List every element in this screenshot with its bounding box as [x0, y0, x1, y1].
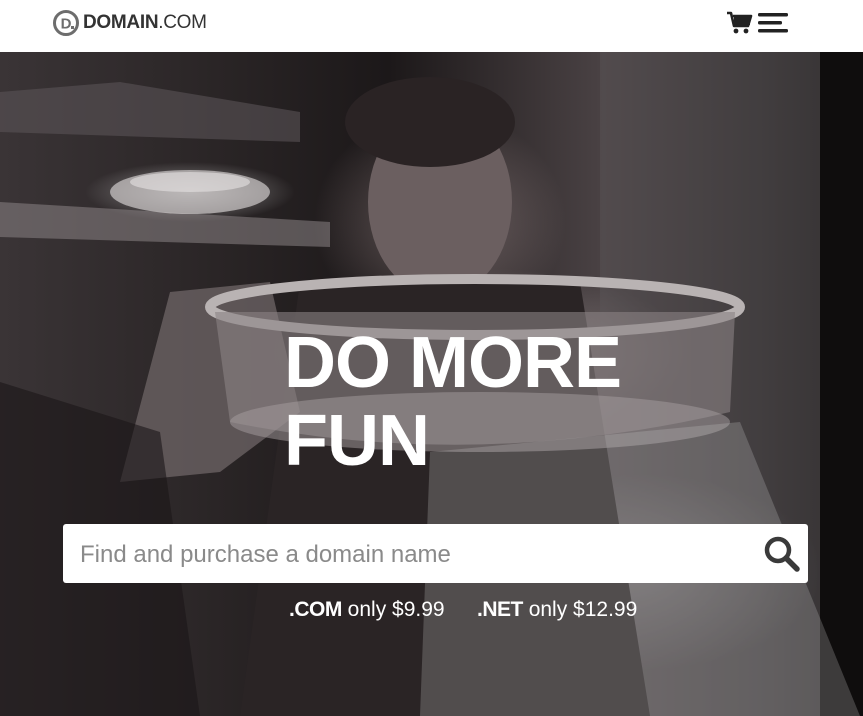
- menu-icon: [758, 13, 788, 33]
- price-net: .NET only $12.99: [477, 598, 637, 622]
- logo-wordmark-bold: DOMAIN: [83, 12, 159, 33]
- menu-button[interactable]: [758, 12, 788, 34]
- domain-pricing: .COM only $9.99 .NET only $12.99: [0, 598, 863, 628]
- domain-logo[interactable]: D DOMAIN.COM: [53, 9, 207, 37]
- tld-label: .NET: [477, 598, 523, 621]
- domain-search-box: [63, 524, 808, 585]
- search-button[interactable]: [763, 535, 801, 573]
- site-header: D DOMAIN.COM: [0, 0, 863, 52]
- cart-icon: [727, 11, 753, 34]
- headline-line-2: FUN: [284, 401, 430, 481]
- domain-d-logo-icon: D: [53, 10, 79, 36]
- search-icon: [764, 536, 800, 572]
- headline-line-1: DO MORE: [284, 323, 622, 403]
- price-com: .COM only $9.99: [289, 598, 445, 622]
- domain-search-input[interactable]: [78, 524, 762, 585]
- logo-wordmark-light: .COM: [158, 12, 207, 33]
- tld-label: .COM: [289, 598, 342, 621]
- hero-headline: DO MORE FUN: [284, 323, 622, 481]
- hero-section: DO MORE FUN .COM only $9.99 .NET only $1…: [0, 52, 863, 716]
- cart-button[interactable]: [726, 11, 754, 35]
- logo-wordmark: DOMAIN.COM: [83, 12, 207, 34]
- price-text: only $9.99: [347, 598, 445, 621]
- svg-text:D: D: [61, 16, 72, 33]
- price-text: only $12.99: [528, 598, 638, 621]
